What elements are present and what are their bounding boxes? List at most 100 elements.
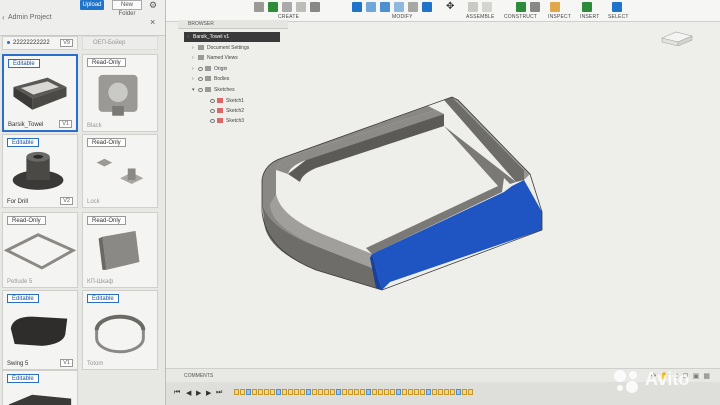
toolbar-construct-menu[interactable]: CONSTRUCT (504, 14, 537, 20)
create-sketch-icon[interactable] (254, 2, 264, 12)
browser-item-bodies[interactable]: › Bodies (192, 74, 229, 84)
step-back-icon[interactable]: ◀ (186, 389, 191, 397)
file-card-selected[interactable]: Editable Barsik_Towel V1 (2, 54, 78, 132)
toolbar-assemble-menu[interactable]: ASSEMBLE (466, 14, 495, 20)
file-card[interactable]: Read-Only Lock (82, 134, 158, 208)
eye-icon[interactable] (198, 87, 203, 92)
version-badge[interactable]: V2 (60, 197, 73, 205)
box-icon[interactable] (296, 2, 306, 12)
file-card[interactable]: 22222222222 V9 (2, 36, 78, 50)
browser-item-sketch3[interactable]: Sketch3 (210, 116, 244, 126)
timeline-feature[interactable] (246, 389, 251, 395)
timeline-feature[interactable] (360, 389, 365, 395)
version-badge[interactable]: V1 (59, 120, 72, 128)
version-badge[interactable]: V1 (60, 359, 73, 367)
cylinder-icon[interactable] (310, 2, 320, 12)
timeline-feature[interactable] (462, 389, 467, 395)
browser-item-sketch2[interactable]: Sketch2 (210, 106, 244, 116)
timeline-feature[interactable] (468, 389, 473, 395)
timeline-feature[interactable] (426, 389, 431, 395)
timeline-feature[interactable] (330, 389, 335, 395)
measure-icon[interactable] (550, 2, 560, 12)
browser-root-item[interactable]: ▾ Barsik_Towel v1 (184, 32, 280, 42)
viewcube[interactable] (656, 28, 698, 46)
timeline-feature[interactable] (270, 389, 275, 395)
timeline-feature[interactable] (324, 389, 329, 395)
file-card[interactable]: Editable Totom (82, 290, 158, 370)
timeline-feature[interactable] (390, 389, 395, 395)
chamfer-icon[interactable] (380, 2, 390, 12)
scale-icon[interactable] (422, 2, 432, 12)
eye-icon[interactable] (210, 118, 215, 123)
file-card[interactable]: Read-Only КП-Шкаф (82, 212, 158, 288)
timeline-feature[interactable] (252, 389, 257, 395)
timeline-feature[interactable] (312, 389, 317, 395)
back-arrow-icon[interactable]: ‹ (2, 13, 5, 22)
toolbar-inspect-menu[interactable]: INSPECT (548, 14, 571, 20)
joint-icon[interactable] (482, 2, 492, 12)
comments-label[interactable]: COMMENTS (184, 373, 213, 379)
timeline-feature[interactable] (336, 389, 341, 395)
timeline-feature[interactable] (264, 389, 269, 395)
go-to-start-icon[interactable]: ⏮ (174, 389, 180, 397)
timeline-feature[interactable] (258, 389, 263, 395)
timeline-feature[interactable] (288, 389, 293, 395)
file-card[interactable]: Editable For Drill V2 (2, 134, 78, 208)
timeline-feature[interactable] (408, 389, 413, 395)
timeline-feature[interactable] (450, 389, 455, 395)
file-card[interactable]: Editable (2, 370, 78, 405)
axis-icon[interactable] (530, 2, 540, 12)
browser-item-sketch1[interactable]: Sketch1 (210, 96, 244, 106)
step-forward-icon[interactable]: ▶ (206, 389, 211, 397)
timeline-feature[interactable] (432, 389, 437, 395)
browser-item-origin[interactable]: › Origin (192, 64, 227, 74)
timeline-feature[interactable] (282, 389, 287, 395)
browser-item-named-views[interactable]: › Named Views (192, 53, 238, 63)
offset-plane-icon[interactable] (516, 2, 526, 12)
timeline-feature[interactable] (372, 389, 377, 395)
browser-header[interactable]: BROWSER (178, 20, 288, 29)
timeline-feature[interactable] (378, 389, 383, 395)
revolve-icon[interactable] (282, 2, 292, 12)
timeline-feature[interactable] (456, 389, 461, 395)
new-component-icon[interactable] (468, 2, 478, 12)
timeline-feature[interactable] (294, 389, 299, 395)
eye-icon[interactable] (198, 76, 203, 81)
fillet-icon[interactable] (366, 2, 376, 12)
toolbar-modify-menu[interactable]: MODIFY (392, 14, 413, 20)
new-folder-button[interactable]: New Folder (112, 0, 142, 17)
timeline-feature[interactable] (384, 389, 389, 395)
close-icon[interactable]: × (150, 17, 155, 27)
combine-icon[interactable] (408, 2, 418, 12)
timeline-feature[interactable] (306, 389, 311, 395)
timeline-feature[interactable] (414, 389, 419, 395)
version-badge[interactable]: V9 (60, 39, 73, 47)
move-icon[interactable]: ✥ (446, 2, 456, 12)
file-card[interactable]: Read-Only Petlude 5 (2, 212, 78, 288)
timeline-feature[interactable] (234, 389, 239, 395)
go-to-end-icon[interactable]: ⏭ (216, 389, 222, 397)
select-icon[interactable] (612, 2, 622, 12)
timeline-feature[interactable] (438, 389, 443, 395)
timeline-feature[interactable] (240, 389, 245, 395)
timeline-feature[interactable] (348, 389, 353, 395)
timeline-feature[interactable] (276, 389, 281, 395)
play-icon[interactable]: ▶ (196, 389, 201, 397)
shell-icon[interactable] (394, 2, 404, 12)
file-card[interactable]: ОЕП-Бойер (82, 36, 158, 50)
eye-icon[interactable] (198, 66, 203, 71)
upload-button[interactable]: Upload (80, 0, 104, 10)
project-title[interactable]: Admin Project (8, 14, 52, 21)
timeline-feature[interactable] (396, 389, 401, 395)
timeline-feature[interactable] (366, 389, 371, 395)
timeline-feature[interactable] (354, 389, 359, 395)
timeline-feature[interactable] (444, 389, 449, 395)
extrude-icon[interactable] (268, 2, 278, 12)
timeline-feature[interactable] (300, 389, 305, 395)
toolbar-select-menu[interactable]: SELECT (608, 14, 629, 20)
eye-icon[interactable] (210, 98, 215, 103)
toolbar-insert-menu[interactable]: INSERT (580, 14, 599, 20)
gear-icon[interactable]: ⚙ (149, 0, 157, 11)
timeline-feature[interactable] (342, 389, 347, 395)
timeline-feature[interactable] (420, 389, 425, 395)
